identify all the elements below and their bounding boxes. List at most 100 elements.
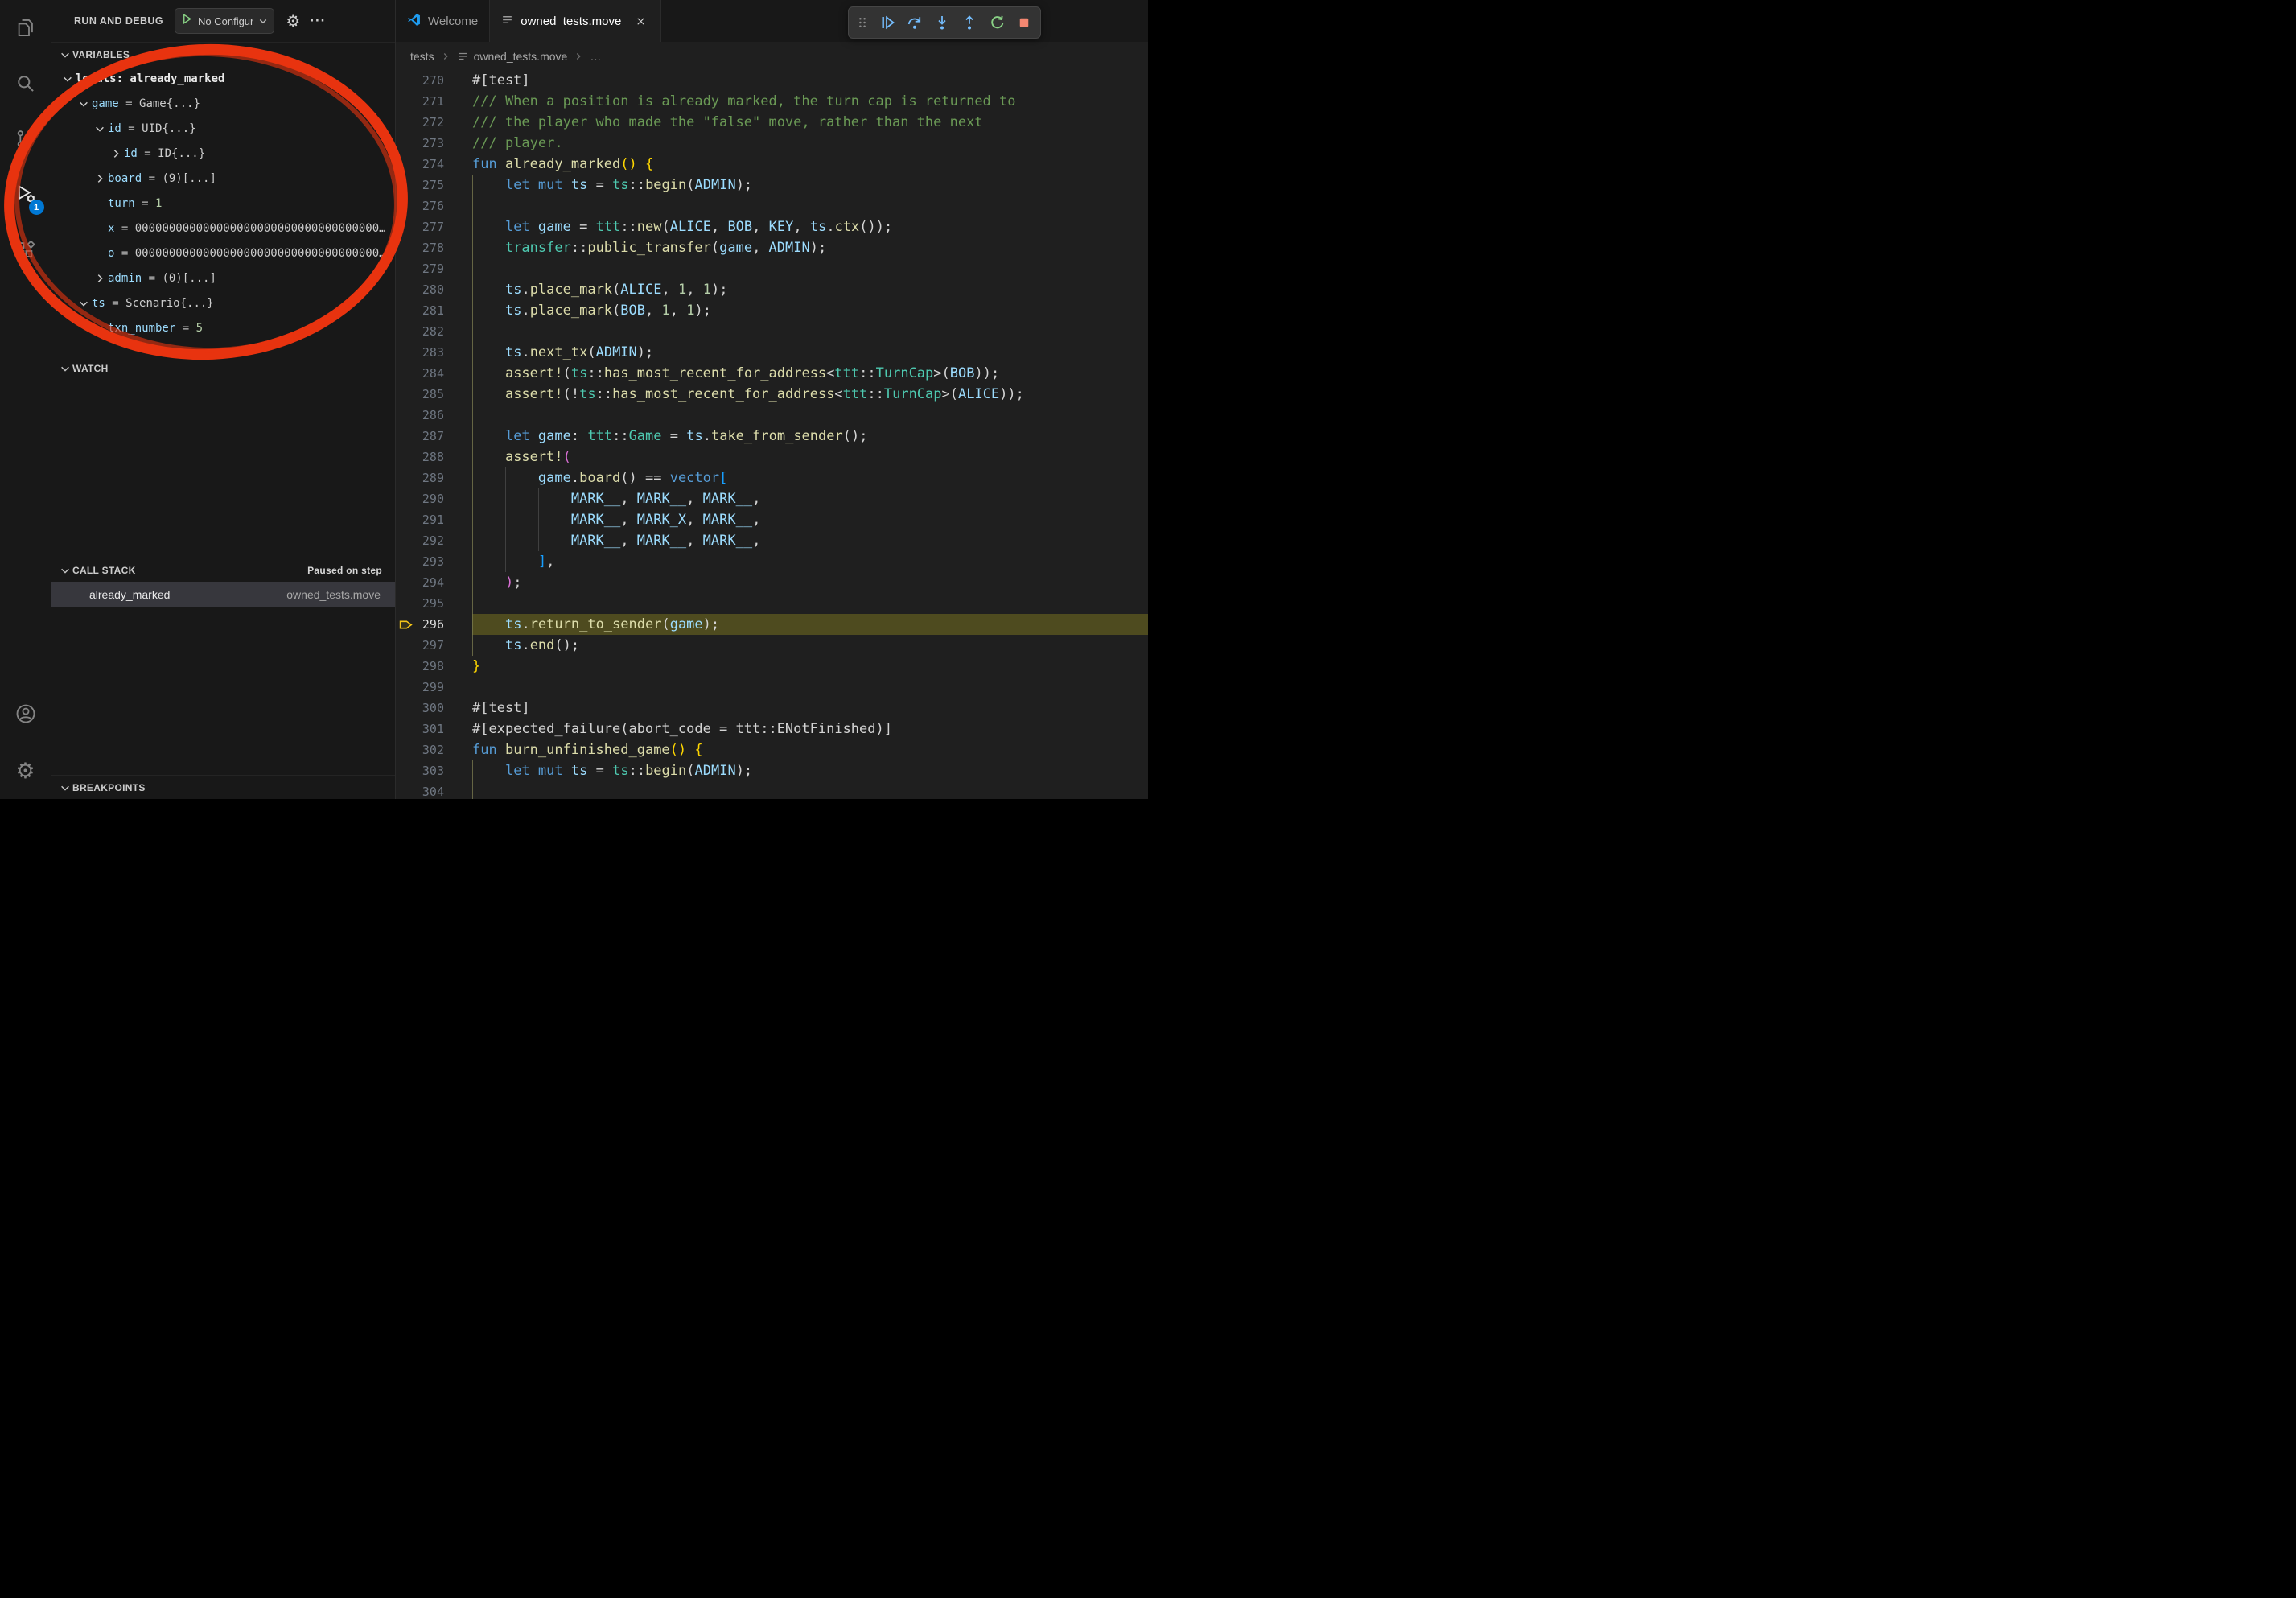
- more-actions-button[interactable]: ···: [310, 13, 326, 29]
- line-number[interactable]: 288: [417, 447, 444, 467]
- breakpoint-gutter[interactable]: [396, 300, 417, 321]
- sidebar-item-explorer[interactable]: [0, 2, 51, 57]
- breakpoint-gutter[interactable]: [396, 426, 417, 447]
- line-number[interactable]: 292: [417, 530, 444, 551]
- step-out-button[interactable]: [956, 10, 982, 35]
- chevron-right-icon[interactable]: [92, 266, 108, 290]
- sidebar-item-source-control[interactable]: [0, 113, 51, 168]
- variable-row[interactable]: id = UID{...}: [51, 116, 395, 141]
- code-line-content[interactable]: assert!(!ts::has_most_recent_for_address…: [472, 384, 1148, 405]
- variable-row[interactable]: game = Game{...}: [51, 91, 395, 116]
- code-line-content[interactable]: let mut ts = ts::begin(ADMIN);: [472, 175, 1148, 196]
- line-number[interactable]: 299: [417, 677, 444, 698]
- code-line-content[interactable]: ts.next_tx(ADMIN);: [472, 342, 1148, 363]
- line-number[interactable]: 281: [417, 300, 444, 321]
- code-line-content[interactable]: [472, 405, 1148, 426]
- breakpoint-gutter[interactable]: [396, 258, 417, 279]
- code-line-content[interactable]: let mut ts = ts::begin(ADMIN);: [472, 760, 1148, 781]
- line-number[interactable]: 291: [417, 509, 444, 530]
- watch-section-header[interactable]: WATCH: [51, 356, 395, 380]
- code-line-content[interactable]: ts.end();: [472, 635, 1148, 656]
- line-number[interactable]: 283: [417, 342, 444, 363]
- code-line-content[interactable]: ],: [472, 551, 1148, 572]
- line-number[interactable]: 272: [417, 112, 444, 133]
- breakpoint-gutter[interactable]: [396, 739, 417, 760]
- call-stack-section-header[interactable]: CALL STACK Paused on step: [51, 558, 395, 582]
- breakpoint-gutter[interactable]: [396, 342, 417, 363]
- line-number[interactable]: 301: [417, 719, 444, 739]
- breakpoint-gutter[interactable]: [396, 175, 417, 196]
- code-line-content[interactable]: #[test]: [472, 698, 1148, 719]
- breakpoint-gutter[interactable]: [396, 196, 417, 216]
- code-line-content[interactable]: fun burn_unfinished_game() {: [472, 739, 1148, 760]
- code-line-content[interactable]: [472, 781, 1148, 799]
- code-line-content[interactable]: /// the player who made the "false" move…: [472, 112, 1148, 133]
- code-line-content[interactable]: #[expected_failure(abort_code = ttt::ENo…: [472, 719, 1148, 739]
- breakpoint-gutter[interactable]: [396, 698, 417, 719]
- breakpoint-gutter[interactable]: [396, 447, 417, 467]
- code-line-content[interactable]: ts.place_mark(ALICE, 1, 1);: [472, 279, 1148, 300]
- line-number[interactable]: 279: [417, 258, 444, 279]
- breakpoint-gutter[interactable]: [396, 572, 417, 593]
- sidebar-item-run-and-debug[interactable]: 1: [0, 168, 51, 224]
- breakpoint-gutter[interactable]: [396, 321, 417, 342]
- breakpoint-gutter[interactable]: [396, 593, 417, 614]
- breakpoints-section-header[interactable]: BREAKPOINTS: [51, 775, 395, 799]
- tab-welcome[interactable]: Welcome: [396, 0, 490, 42]
- code-line-content[interactable]: /// When a position is already marked, t…: [472, 91, 1148, 112]
- breakpoint-gutter[interactable]: [396, 133, 417, 154]
- code-line-content[interactable]: [472, 321, 1148, 342]
- line-number[interactable]: 276: [417, 196, 444, 216]
- line-number[interactable]: 280: [417, 279, 444, 300]
- variable-row[interactable]: ts = Scenario{...}: [51, 290, 395, 315]
- line-number[interactable]: 304: [417, 781, 444, 799]
- code-line-content[interactable]: }: [472, 656, 1148, 677]
- breakpoint-gutter[interactable]: [396, 70, 417, 91]
- chevron-right-icon[interactable]: [92, 166, 108, 191]
- breakpoint-gutter[interactable]: [396, 154, 417, 175]
- line-number[interactable]: 296: [417, 614, 444, 635]
- code-line-content[interactable]: ts.return_to_sender(game);: [472, 614, 1148, 635]
- breakpoint-gutter[interactable]: [396, 405, 417, 426]
- code-line-content[interactable]: #[test]: [472, 70, 1148, 91]
- code-line-content[interactable]: let game = ttt::new(ALICE, BOB, KEY, ts.…: [472, 216, 1148, 237]
- close-icon[interactable]: [632, 12, 649, 30]
- sidebar-item-search[interactable]: [0, 57, 51, 113]
- tab-owned-tests-move[interactable]: owned_tests.move: [490, 0, 661, 42]
- chevron-right-icon[interactable]: [108, 141, 124, 166]
- code-line-content[interactable]: transfer::public_transfer(game, ADMIN);: [472, 237, 1148, 258]
- line-number[interactable]: 293: [417, 551, 444, 572]
- chevron-down-icon[interactable]: [76, 290, 92, 315]
- code-line-content[interactable]: assert!(ts::has_most_recent_for_address<…: [472, 363, 1148, 384]
- code-line-content[interactable]: assert!(: [472, 447, 1148, 467]
- breadcrumb-item-tests[interactable]: tests: [410, 50, 434, 63]
- line-number[interactable]: 300: [417, 698, 444, 719]
- line-number[interactable]: 294: [417, 572, 444, 593]
- line-number[interactable]: 286: [417, 405, 444, 426]
- line-number[interactable]: 273: [417, 133, 444, 154]
- debug-current-line-icon[interactable]: [396, 614, 417, 635]
- breakpoint-gutter[interactable]: [396, 488, 417, 509]
- code-line-content[interactable]: [472, 258, 1148, 279]
- variable-row[interactable]: admin = (0)[...]: [51, 266, 395, 290]
- breakpoint-gutter[interactable]: [396, 363, 417, 384]
- chevron-down-icon[interactable]: [92, 116, 108, 141]
- breakpoint-gutter[interactable]: [396, 719, 417, 739]
- launch-config-dropdown[interactable]: No Configur: [175, 8, 274, 34]
- code-line-content[interactable]: [472, 677, 1148, 698]
- breakpoint-gutter[interactable]: [396, 279, 417, 300]
- drag-handle[interactable]: [852, 10, 873, 35]
- line-number[interactable]: 284: [417, 363, 444, 384]
- variable-row[interactable]: turn = 1: [51, 191, 395, 216]
- stop-button[interactable]: [1010, 10, 1037, 35]
- breakpoint-gutter[interactable]: [396, 530, 417, 551]
- line-number[interactable]: 282: [417, 321, 444, 342]
- variable-row[interactable]: locals: already_marked: [51, 66, 395, 91]
- breakpoint-gutter[interactable]: [396, 112, 417, 133]
- breadcrumb-item-symbol-overflow[interactable]: …: [590, 50, 601, 63]
- call-stack-frame[interactable]: already_marked owned_tests.move: [51, 582, 395, 607]
- code-line-content[interactable]: [472, 196, 1148, 216]
- sidebar-item-extensions[interactable]: [0, 224, 51, 279]
- code-line-content[interactable]: ts.place_mark(BOB, 1, 1);: [472, 300, 1148, 321]
- variable-row[interactable]: id = ID{...}: [51, 141, 395, 166]
